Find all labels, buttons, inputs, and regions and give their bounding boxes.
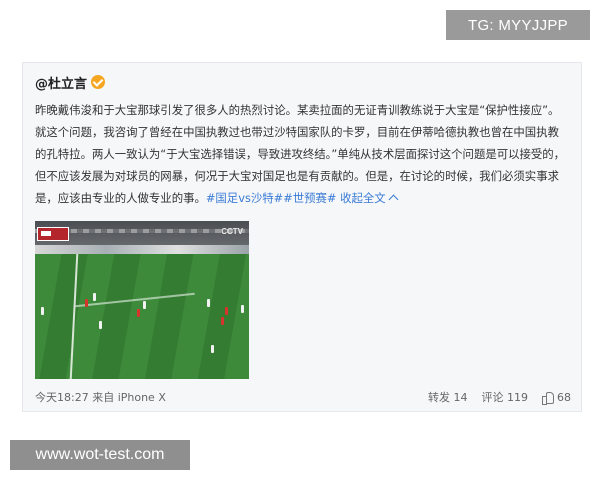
- player-figure: [225, 307, 228, 315]
- weibo-post-card: @杜立言 昨晚戴伟浚和于大宝那球引发了很多人的热烈讨论。某卖拉面的无证青训教练说…: [22, 62, 582, 412]
- post-meta: 今天18:27 来自 iPhone X: [35, 391, 166, 404]
- player-figure: [93, 293, 96, 301]
- player-figure: [85, 299, 88, 307]
- thumbs-up-icon: [542, 391, 554, 405]
- post-body: 昨晚戴伟浚和于大宝那球引发了很多人的热烈讨论。某卖拉面的无证青训教练说于大宝是“…: [35, 99, 569, 209]
- tg-watermark: TG: MYYJJPP: [446, 10, 590, 40]
- like-button[interactable]: 68: [542, 391, 571, 405]
- chevron-up-icon: [388, 194, 399, 205]
- ad-boards: [35, 245, 249, 254]
- post-text: 昨晚戴伟浚和于大宝那球引发了很多人的热烈讨论。某卖拉面的无证青训教练说于大宝是“…: [35, 103, 566, 205]
- author-name[interactable]: @杜立言: [35, 73, 87, 92]
- player-figure: [143, 301, 146, 309]
- site-watermark: www.wot-test.com: [10, 440, 190, 470]
- comment-button[interactable]: 评论 119: [482, 389, 529, 405]
- player-figure: [41, 307, 44, 315]
- post-author[interactable]: @杜立言: [35, 73, 106, 92]
- verified-badge-icon: [91, 75, 106, 89]
- player-figure: [211, 345, 214, 353]
- scoreboard-graphic: [37, 227, 69, 241]
- collapse-text-link[interactable]: 收起全文: [336, 191, 399, 205]
- player-figure: [207, 299, 210, 307]
- player-figure: [221, 317, 224, 325]
- player-figure: [99, 321, 102, 329]
- repost-button[interactable]: 转发 14: [428, 389, 468, 405]
- video-thumbnail[interactable]: CCTV: [35, 221, 249, 379]
- player-figure: [241, 305, 244, 313]
- player-figure: [137, 309, 140, 317]
- football-pitch: [35, 254, 249, 379]
- post-stats: 转发 14 评论 119 68: [428, 389, 571, 405]
- hashtag-link[interactable]: #国足vs沙特##世预赛#: [206, 191, 337, 205]
- broadcaster-logo: CCTV: [221, 227, 243, 236]
